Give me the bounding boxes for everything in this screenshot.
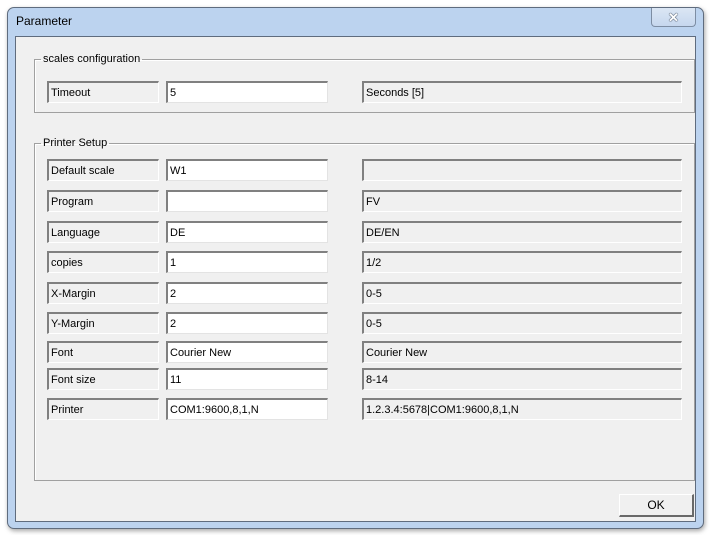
copies-label: copies (47, 251, 159, 273)
font-size-label: Font size (47, 368, 159, 390)
copies-input[interactable] (166, 251, 328, 273)
default-scale-input[interactable] (166, 159, 328, 181)
printer-hint: 1.2.3.4:5678|COM1:9600,8,1,N (362, 398, 682, 420)
x-margin-label: X-Margin (47, 282, 159, 304)
ok-button[interactable]: OK (619, 494, 694, 517)
default-scale-label: Default scale (47, 159, 159, 181)
close-button[interactable]: ✕ (651, 8, 696, 27)
parameter-dialog: Parameter ✕ scales configuration Timeout… (7, 7, 704, 529)
timeout-input[interactable] (166, 81, 328, 103)
close-icon: ✕ (668, 9, 679, 25)
language-input[interactable] (166, 221, 328, 243)
x-margin-input[interactable] (166, 282, 328, 304)
y-margin-label: Y-Margin (47, 312, 159, 334)
printer-input[interactable] (166, 398, 328, 420)
language-hint: DE/EN (362, 221, 682, 243)
y-margin-hint: 0-5 (362, 312, 682, 334)
program-input[interactable] (166, 190, 328, 212)
font-hint: Courier New (362, 341, 682, 363)
font-label: Font (47, 341, 159, 363)
default-scale-hint (362, 159, 682, 181)
font-size-hint: 8-14 (362, 368, 682, 390)
timeout-hint: Seconds [5] (362, 81, 682, 103)
language-label: Language (47, 221, 159, 243)
scales-configuration-legend: scales configuration (43, 53, 141, 65)
timeout-label: Timeout (47, 81, 159, 103)
font-input[interactable] (166, 341, 328, 363)
x-margin-hint: 0-5 (362, 282, 682, 304)
copies-hint: 1/2 (362, 251, 682, 273)
printer-setup-legend: Printer Setup (43, 137, 108, 149)
title-bar[interactable]: Parameter ✕ (8, 8, 703, 36)
window-title: Parameter (16, 14, 73, 28)
program-hint: FV (362, 190, 682, 212)
printer-setup-group: Printer Setup (34, 137, 695, 481)
program-label: Program (47, 190, 159, 212)
dialog-client-area: scales configuration Timeout Seconds [5]… (15, 36, 696, 522)
font-size-input[interactable] (166, 368, 328, 390)
printer-label: Printer (47, 398, 159, 420)
y-margin-input[interactable] (166, 312, 328, 334)
